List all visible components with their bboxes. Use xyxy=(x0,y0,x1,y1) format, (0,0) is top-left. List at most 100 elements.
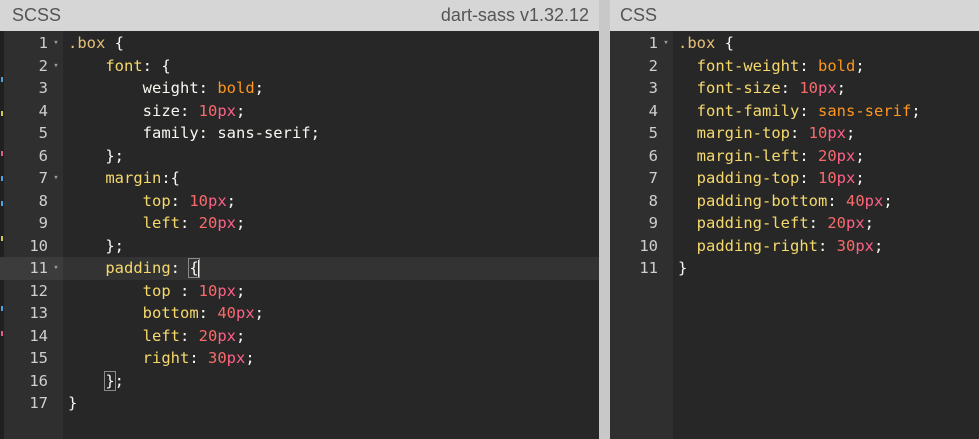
scss-pane-title: SCSS xyxy=(12,5,62,25)
code-token: ; xyxy=(874,236,884,255)
code-line[interactable]: 7 padding-top: 10px; xyxy=(610,167,979,190)
line-number: 9 xyxy=(38,214,48,232)
code-line[interactable]: 11 ▾ padding: { xyxy=(0,257,599,280)
css-code-view[interactable]: 1 ▾ .box {2 font-weight: bold; 3 font-size:… xyxy=(610,31,979,439)
code-line[interactable]: 15 right: 30px; xyxy=(0,347,599,370)
line-number: 3 xyxy=(648,79,658,97)
fold-chevron-icon[interactable]: ▾ xyxy=(51,55,61,78)
code-token: ; xyxy=(254,304,265,322)
code-line[interactable]: 9 padding-left: 20px; xyxy=(610,212,979,235)
code-token: 10 xyxy=(198,281,218,300)
code-token: 10 xyxy=(799,79,818,97)
code-line[interactable]: 10 padding-right: 30px; xyxy=(610,235,979,258)
code-token: px xyxy=(226,349,246,367)
code-token: ; xyxy=(236,281,246,300)
code-token: : xyxy=(827,191,846,210)
code-line[interactable]: 2 font-weight: bold; xyxy=(610,55,979,78)
code-line[interactable]: 3 weight: bold; xyxy=(0,77,599,100)
code-text: top : 10px; xyxy=(68,280,246,303)
code-token: px xyxy=(217,101,236,120)
line-number: 2 xyxy=(648,56,658,75)
code-line[interactable]: 1 ▾ .box { xyxy=(0,32,599,55)
code-token: : xyxy=(808,214,828,232)
code-token: : xyxy=(799,146,818,165)
code-token: px xyxy=(836,169,856,187)
code-token: 20 xyxy=(198,214,218,232)
code-token: : xyxy=(198,79,218,97)
code-token: top xyxy=(68,191,171,210)
code-token: ; xyxy=(236,326,246,345)
fold-chevron-icon[interactable]: ▾ xyxy=(51,32,61,55)
line-number: 4 xyxy=(38,101,48,120)
code-token: left xyxy=(68,214,180,232)
code-line[interactable]: 6 }; xyxy=(0,145,599,168)
scss-code-lines: 1 ▾ .box {2 ▾ font: {3 weight: bold; 4 size:… xyxy=(0,32,599,415)
code-token: px xyxy=(846,214,865,232)
fold-chevron-icon[interactable]: ▾ xyxy=(51,167,61,190)
code-line[interactable]: 2 ▾ font: { xyxy=(0,55,599,78)
css-pane-header: CSS xyxy=(610,0,979,31)
code-token: 20 xyxy=(198,326,218,345)
code-line[interactable]: 8 top: 10px; xyxy=(0,190,599,213)
line-number: 3 xyxy=(38,79,48,97)
code-line[interactable]: 14 left: 20px; xyxy=(0,325,599,348)
code-token: px xyxy=(236,304,255,322)
code-line[interactable]: 17} xyxy=(0,392,599,415)
code-line[interactable]: 7 ▾ margin:{ xyxy=(0,167,599,190)
code-token: :{ xyxy=(161,169,180,187)
code-line[interactable]: 4 font-family: sans-serif; xyxy=(610,100,979,123)
code-token: 20 xyxy=(827,214,846,232)
pane-splitter[interactable] xyxy=(599,0,610,439)
code-token: .box xyxy=(678,34,716,52)
code-line[interactable]: 3 font-size: 10px; xyxy=(610,77,979,100)
code-token: px xyxy=(827,124,846,142)
fold-chevron-icon[interactable]: ▾ xyxy=(661,32,671,55)
code-token: 10 xyxy=(818,169,837,187)
code-token: size xyxy=(68,101,180,120)
code-text: padding-right: 30px; xyxy=(678,235,884,258)
code-text: }; xyxy=(68,370,124,393)
code-text: left: 20px; xyxy=(68,212,246,235)
code-token: padding-left xyxy=(678,214,809,232)
fold-chevron-icon[interactable]: ▾ xyxy=(51,257,61,280)
code-token: font xyxy=(68,56,143,75)
code-token: margin-left xyxy=(678,146,800,165)
compiler-version-label[interactable]: dart-sass v1.32.12 xyxy=(441,5,589,26)
code-token: ; xyxy=(883,191,893,210)
code-text: left: 20px; xyxy=(68,325,246,348)
code-token: } xyxy=(678,259,688,277)
code-token: ; xyxy=(226,191,237,210)
code-line[interactable]: 11} xyxy=(610,257,979,280)
code-line[interactable]: 1 ▾ .box { xyxy=(610,32,979,55)
code-line[interactable]: 6 margin-left: 20px; xyxy=(610,145,979,168)
css-pane-title: CSS xyxy=(620,5,658,25)
code-line[interactable]: 8 padding-bottom: 40px; xyxy=(610,190,979,213)
code-text: right: 30px; xyxy=(68,347,255,370)
code-token: px xyxy=(217,326,236,345)
code-text: weight: bold; xyxy=(68,77,264,100)
line-number: 17 xyxy=(29,394,48,412)
line-number: 11 xyxy=(639,259,658,277)
code-token: font-family xyxy=(678,101,800,120)
code-token: padding-bottom xyxy=(678,191,828,210)
code-token: ; xyxy=(114,371,125,390)
code-line[interactable]: 10 }; xyxy=(0,235,599,258)
code-line[interactable]: 4 size: 10px; xyxy=(0,100,599,123)
code-line[interactable]: 5 margin-top: 10px; xyxy=(610,122,979,145)
code-token: 30 xyxy=(836,236,856,255)
code-token: margin-top xyxy=(678,124,790,142)
code-line[interactable]: 9 left: 20px; xyxy=(0,212,599,235)
code-line[interactable]: 5 family: sans-serif; xyxy=(0,122,599,145)
code-line[interactable]: 16 }; xyxy=(0,370,599,393)
line-number: 10 xyxy=(29,236,48,255)
code-token: 10 xyxy=(808,124,828,142)
code-text: margin-top: 10px; xyxy=(678,122,856,145)
code-text: font: { xyxy=(68,55,170,78)
code-line[interactable]: 13 bottom: 40px; xyxy=(0,302,599,325)
code-token: ; xyxy=(836,79,847,97)
code-line[interactable]: 12 top : 10px; xyxy=(0,280,599,303)
code-token: ; xyxy=(911,101,921,120)
line-number: 6 xyxy=(38,146,48,165)
scss-code-editor[interactable]: 1 ▾ .box {2 ▾ font: {3 weight: bold; 4 size:… xyxy=(0,31,599,439)
